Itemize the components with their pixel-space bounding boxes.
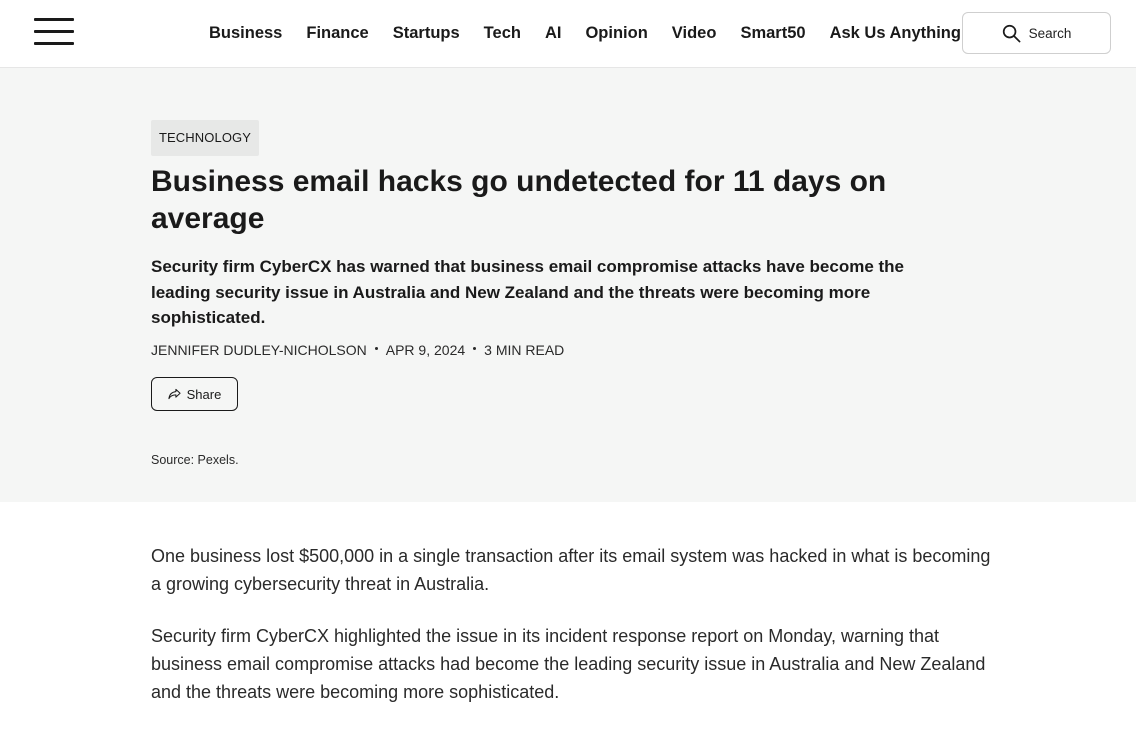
nav-item-finance[interactable]: Finance [306, 24, 368, 43]
nav-item-business[interactable]: Business [209, 24, 282, 43]
body-paragraph: Security firm CyberCX highlighted the is… [151, 626, 986, 702]
separator-dot [374, 346, 378, 350]
share-arrow-icon [168, 388, 181, 400]
byline: JENNIFER DUDLEY-NICHOLSON APR 9, 2024 3 … [151, 341, 564, 359]
publish-date: APR 9, 2024 [385, 342, 466, 358]
nav-item-opinion[interactable]: Opinion [585, 24, 647, 43]
search-label: Search [1028, 25, 1072, 41]
author-name[interactable]: JENNIFER DUDLEY-NICHOLSON [151, 342, 367, 358]
share-label: Share [186, 386, 222, 402]
nav-item-ask-us-anything[interactable]: Ask Us Anything [830, 24, 961, 43]
nav-item-smart50[interactable]: Smart50 [740, 24, 805, 43]
nav-item-video[interactable]: Video [672, 24, 717, 43]
article-body: One business lost $500,000 in a single t… [151, 542, 1001, 730]
image-source-caption: Source: Pexels. [151, 453, 239, 467]
article-headline: Business email hacks go undetected for 1… [151, 165, 887, 235]
search-button[interactable]: Search [962, 12, 1111, 54]
nav-item-tech[interactable]: Tech [484, 24, 521, 43]
article-hero: TECHNOLOGY Business email hacks go undet… [0, 68, 1136, 502]
hamburger-line [34, 18, 74, 21]
hamburger-line [34, 30, 74, 33]
share-button[interactable]: Share [151, 377, 238, 411]
site-header: Business Finance Startups Tech AI Opinio… [0, 0, 1136, 68]
search-icon [1002, 24, 1021, 43]
hamburger-line [34, 42, 74, 45]
category-tag[interactable]: TECHNOLOGY [151, 120, 260, 156]
article-standfirst: Security firm CyberCX has warned that bu… [151, 257, 904, 327]
nav-item-ai[interactable]: AI [545, 24, 562, 43]
separator-dot [473, 346, 477, 350]
nav-item-startups[interactable]: Startups [393, 24, 460, 43]
hamburger-menu-icon[interactable] [34, 17, 74, 47]
body-paragraph: One business lost $500,000 in a single t… [151, 546, 991, 594]
read-time: 3 MIN READ [484, 342, 565, 358]
main-nav: Business Finance Startups Tech AI Opinio… [209, 21, 961, 45]
